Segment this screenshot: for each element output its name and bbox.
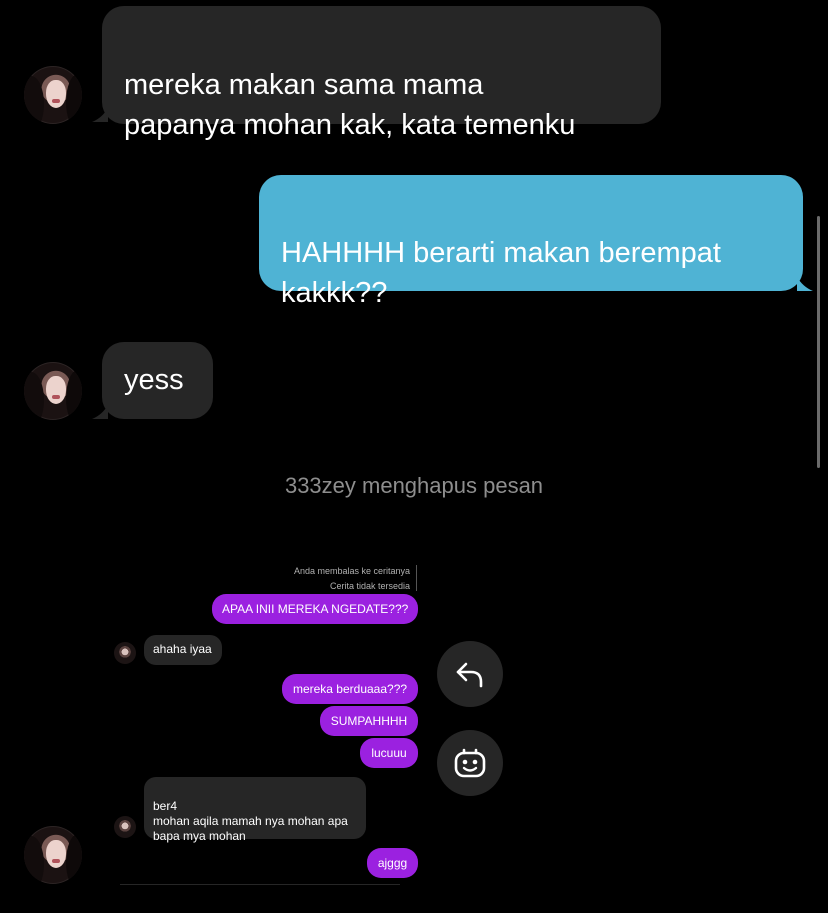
message-text: SUMPAHHHH xyxy=(330,714,408,728)
react-button[interactable] xyxy=(437,730,503,796)
reply-indicator xyxy=(416,565,417,591)
reply-context-label: Anda membalas ke ceritanya xyxy=(293,566,410,576)
message-text: ajggg xyxy=(377,856,408,870)
screenshot-divider xyxy=(120,884,400,885)
scrollbar[interactable] xyxy=(817,216,820,468)
sender-avatar[interactable] xyxy=(24,826,82,884)
screenshot-message-outgoing: mereka berduaaa??? xyxy=(282,674,418,704)
deleted-message-notice: 333zey menghapus pesan xyxy=(284,473,544,498)
sender-avatar[interactable] xyxy=(24,362,82,420)
message-text: HAHHHH berarti makan berempat kakkk?? xyxy=(281,237,721,309)
reply-button[interactable] xyxy=(437,641,503,707)
screenshot-message-outgoing: ajggg xyxy=(367,848,418,878)
message-bubble-incoming[interactable]: mereka makan sama mama papanya mohan kak… xyxy=(102,6,661,141)
message-text: ber4 mohan aqila mamah nya mohan apa bap… xyxy=(153,799,348,843)
bubble-tail xyxy=(797,277,813,291)
screenshot-message-incoming: ahaha iyaa xyxy=(144,635,222,665)
screenshot-message-outgoing: SUMPAHHHH xyxy=(320,706,418,736)
message-text: lucuuu xyxy=(371,746,407,760)
reply-arrow-icon xyxy=(456,662,483,688)
message-text: mereka makan sama mama papanya mohan kak… xyxy=(124,69,576,141)
emoji-react-icon xyxy=(454,748,486,778)
story-unavailable-label: Cerita tidak tersedia xyxy=(329,581,410,591)
message-text: APAA INII MEREKA NGEDATE??? xyxy=(222,602,409,616)
message-text: yess xyxy=(124,364,184,396)
message-text: mereka berduaaa??? xyxy=(292,682,408,696)
screenshot-message-incoming: ber4 mohan aqila mamah nya mohan apa bap… xyxy=(144,777,366,843)
message-bubble-outgoing[interactable]: HAHHHH berarti makan berempat kakkk?? xyxy=(259,175,803,309)
sender-avatar[interactable] xyxy=(24,66,82,124)
screenshot-message-outgoing: lucuuu xyxy=(360,738,418,768)
message-text: ahaha iyaa xyxy=(153,642,212,656)
screenshot-avatar xyxy=(114,816,136,838)
screenshot-message-outgoing: APAA INII MEREKA NGEDATE??? xyxy=(212,594,418,624)
message-bubble-incoming[interactable]: yess xyxy=(102,342,213,419)
screenshot-avatar xyxy=(114,642,136,664)
